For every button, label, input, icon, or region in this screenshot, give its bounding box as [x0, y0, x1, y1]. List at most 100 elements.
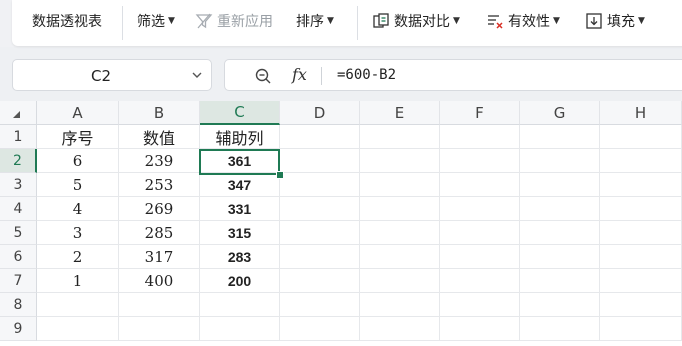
cell-c3[interactable]: 347	[200, 173, 280, 197]
cell-d5[interactable]	[280, 221, 360, 245]
formula-input[interactable]: =600-B2	[337, 67, 396, 83]
cell-f4[interactable]	[440, 197, 520, 221]
cell-d9[interactable]	[280, 317, 360, 341]
cell-g5[interactable]	[520, 221, 600, 245]
fill-button[interactable]: 填充 ▼	[585, 0, 645, 42]
cell-g2[interactable]	[520, 149, 600, 173]
fx-icon[interactable]: fx	[292, 65, 307, 84]
column-header-g[interactable]: G	[520, 101, 600, 125]
cell-e2[interactable]	[360, 149, 440, 173]
cell-h7[interactable]	[600, 269, 682, 293]
cell-d2[interactable]	[280, 149, 360, 173]
cell-g6[interactable]	[520, 245, 600, 269]
cell-e5[interactable]	[360, 221, 440, 245]
cell-f9[interactable]	[440, 317, 520, 341]
cell-h2[interactable]	[600, 149, 682, 173]
cell-e4[interactable]	[360, 197, 440, 221]
cell-c1[interactable]: 辅助列	[200, 125, 280, 149]
cell-d8[interactable]	[280, 293, 360, 317]
cell-a4[interactable]: 4	[37, 197, 119, 221]
select-all-corner[interactable]	[0, 101, 37, 125]
sort-button[interactable]: 排序 ▼	[296, 0, 334, 42]
row-header-9[interactable]: 9	[0, 317, 37, 341]
cell-b8[interactable]	[119, 293, 200, 317]
cell-e6[interactable]	[360, 245, 440, 269]
cell-f8[interactable]	[440, 293, 520, 317]
formula-bar[interactable]: fx =600-B2	[224, 59, 682, 91]
cell-f2[interactable]	[440, 149, 520, 173]
cell-a2[interactable]: 6	[37, 149, 119, 173]
row-header-1[interactable]: 1	[0, 125, 37, 149]
cell-g9[interactable]	[520, 317, 600, 341]
cell-h4[interactable]	[600, 197, 682, 221]
row-header-4[interactable]: 4	[0, 197, 37, 221]
column-header-e[interactable]: E	[360, 101, 440, 125]
cell-g8[interactable]	[520, 293, 600, 317]
data-compare-button[interactable]: 数据对比 ▼	[372, 0, 460, 42]
cell-a6[interactable]: 2	[37, 245, 119, 269]
cell-b6[interactable]: 317	[119, 245, 200, 269]
column-header-d[interactable]: D	[280, 101, 360, 125]
column-header-f[interactable]: F	[440, 101, 520, 125]
cell-c2[interactable]: 361	[200, 149, 280, 173]
cell-c6[interactable]: 283	[200, 245, 280, 269]
column-header-a[interactable]: A	[37, 101, 119, 125]
cell-h1[interactable]	[600, 125, 682, 149]
cell-e9[interactable]	[360, 317, 440, 341]
zoom-out-icon[interactable]	[254, 67, 272, 85]
cell-a7[interactable]: 1	[37, 269, 119, 293]
cell-d7[interactable]	[280, 269, 360, 293]
column-header-c[interactable]: C	[200, 101, 280, 125]
cell-f1[interactable]	[440, 125, 520, 149]
cell-c7[interactable]: 200	[200, 269, 280, 293]
cell-e7[interactable]	[360, 269, 440, 293]
cell-d3[interactable]	[280, 173, 360, 197]
pivot-table-button[interactable]: 数据透视表	[32, 0, 102, 42]
cell-c5[interactable]: 315	[200, 221, 280, 245]
cell-b1[interactable]: 数值	[119, 125, 200, 149]
cell-e8[interactable]	[360, 293, 440, 317]
cell-h3[interactable]	[600, 173, 682, 197]
cell-g3[interactable]	[520, 173, 600, 197]
cell-a1[interactable]: 序号	[37, 125, 119, 149]
cell-d1[interactable]	[280, 125, 360, 149]
row-header-8[interactable]: 8	[0, 293, 37, 317]
cell-f3[interactable]	[440, 173, 520, 197]
cell-h8[interactable]	[600, 293, 682, 317]
row-header-5[interactable]: 5	[0, 221, 37, 245]
cell-c4[interactable]: 331	[200, 197, 280, 221]
fill-handle[interactable]	[276, 171, 284, 179]
validity-button[interactable]: 有效性 ▼	[486, 0, 560, 42]
cell-d6[interactable]	[280, 245, 360, 269]
cell-b7[interactable]: 400	[119, 269, 200, 293]
cell-f5[interactable]	[440, 221, 520, 245]
cell-b9[interactable]	[119, 317, 200, 341]
cell-b5[interactable]: 285	[119, 221, 200, 245]
row-header-6[interactable]: 6	[0, 245, 37, 269]
chevron-down-icon[interactable]	[191, 69, 203, 81]
cell-a5[interactable]: 3	[37, 221, 119, 245]
cell-a9[interactable]	[37, 317, 119, 341]
cell-h9[interactable]	[600, 317, 682, 341]
column-header-h[interactable]: H	[600, 101, 682, 125]
reapply-button[interactable]: 重新应用	[195, 0, 273, 42]
cell-g7[interactable]	[520, 269, 600, 293]
cell-e3[interactable]	[360, 173, 440, 197]
name-box[interactable]: C2	[12, 59, 212, 91]
row-header-2[interactable]: 2	[0, 149, 37, 173]
filter-button[interactable]: 筛选 ▼	[137, 0, 175, 42]
cell-g4[interactable]	[520, 197, 600, 221]
row-header-3[interactable]: 3	[0, 173, 37, 197]
cell-c8[interactable]	[200, 293, 280, 317]
cell-b4[interactable]: 269	[119, 197, 200, 221]
cell-b2[interactable]: 239	[119, 149, 200, 173]
cell-g1[interactable]	[520, 125, 600, 149]
column-header-b[interactable]: B	[119, 101, 200, 125]
spreadsheet-grid[interactable]: A B C D E F G H 1 2 3 4 5 6 7 8 9 序号 数值 辅助…	[0, 101, 682, 346]
cell-f6[interactable]	[440, 245, 520, 269]
row-header-7[interactable]: 7	[0, 269, 37, 293]
cell-a8[interactable]	[37, 293, 119, 317]
cell-f7[interactable]	[440, 269, 520, 293]
cell-b3[interactable]: 253	[119, 173, 200, 197]
cell-h5[interactable]	[600, 221, 682, 245]
